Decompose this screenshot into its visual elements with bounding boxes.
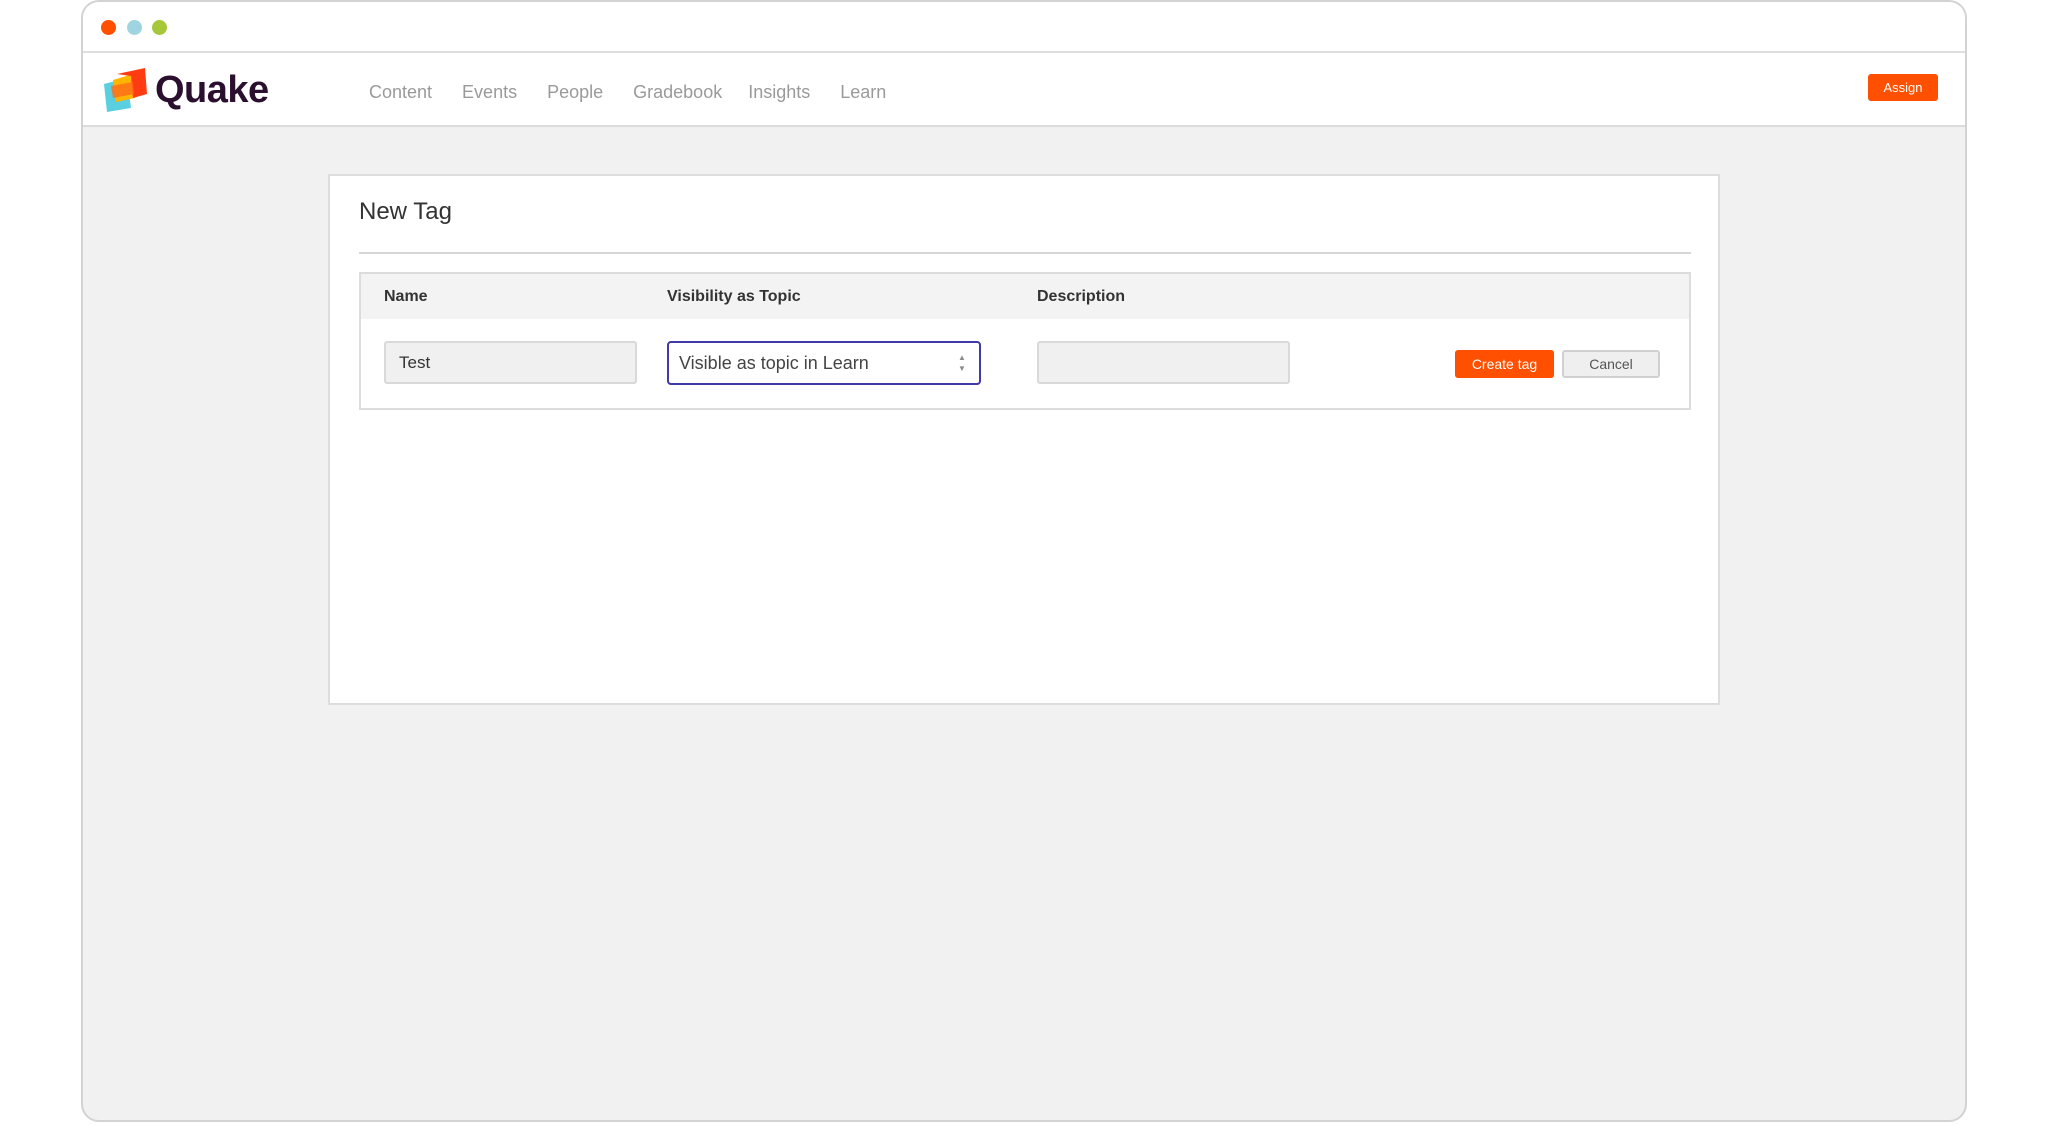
close-window-button[interactable] bbox=[101, 20, 116, 35]
minimize-window-button[interactable] bbox=[127, 20, 142, 35]
main-nav: Content Events People Gradebook Insights… bbox=[369, 53, 916, 125]
title-divider bbox=[359, 252, 1691, 254]
visibility-select-value: Visible as topic in Learn bbox=[679, 353, 869, 373]
column-header-visibility: Visibility as Topic bbox=[667, 288, 801, 305]
table-row: Test Visible as topic in Learn ▲ ▼ Creat… bbox=[361, 319, 1689, 408]
page-title: New Tag bbox=[359, 198, 452, 225]
quake-logo-icon bbox=[104, 68, 147, 112]
browser-window: Quake Content Events People Gradebook In… bbox=[81, 0, 1967, 1122]
table-header: Name Visibility as Topic Description bbox=[361, 274, 1689, 319]
select-stepper-icon: ▲ ▼ bbox=[958, 353, 966, 373]
visibility-select[interactable]: Visible as topic in Learn ▲ ▼ bbox=[667, 341, 981, 385]
column-header-name: Name bbox=[384, 288, 428, 305]
description-input[interactable] bbox=[1037, 341, 1290, 384]
name-input[interactable]: Test bbox=[384, 341, 637, 384]
new-tag-card: New Tag Name Visibility as Topic Descrip… bbox=[328, 174, 1720, 705]
nav-item-content[interactable]: Content bbox=[369, 50, 432, 128]
nav-item-gradebook[interactable]: Gradebook bbox=[633, 50, 722, 128]
title-bar bbox=[83, 2, 1965, 53]
brand-logo[interactable]: Quake bbox=[103, 68, 269, 112]
create-tag-button[interactable]: Create tag bbox=[1455, 350, 1554, 378]
nav-item-insights[interactable]: Insights bbox=[748, 50, 810, 128]
assign-button[interactable]: Assign bbox=[1868, 74, 1938, 101]
top-navbar: Quake Content Events People Gradebook In… bbox=[83, 53, 1965, 127]
nav-item-learn[interactable]: Learn bbox=[840, 50, 886, 128]
column-header-description: Description bbox=[1037, 288, 1126, 305]
brand-name: Quake bbox=[155, 69, 269, 111]
maximize-window-button[interactable] bbox=[152, 20, 167, 35]
tag-form-table: Name Visibility as Topic Description Tes… bbox=[359, 272, 1691, 410]
nav-item-people[interactable]: People bbox=[547, 50, 603, 128]
nav-item-events[interactable]: Events bbox=[462, 50, 517, 128]
cancel-button[interactable]: Cancel bbox=[1562, 350, 1660, 378]
